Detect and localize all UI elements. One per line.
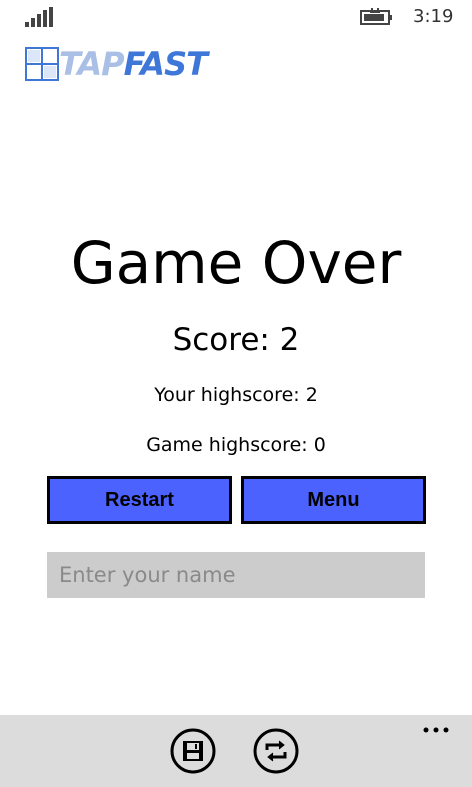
your-highscore-text: Your highscore: 2	[154, 384, 318, 406]
app-bar	[0, 715, 472, 787]
restart-button[interactable]: Restart	[47, 476, 232, 524]
sync-icon[interactable]	[253, 728, 299, 774]
game-highscore-text: Game highscore: 0	[146, 434, 326, 456]
logo-grid-icon	[25, 47, 59, 81]
more-icon[interactable]	[422, 725, 450, 735]
clock-time: 3:19	[413, 6, 454, 27]
name-input[interactable]	[47, 552, 425, 598]
menu-button[interactable]: Menu	[241, 476, 426, 524]
app-logo: TAPFAST	[25, 44, 260, 84]
logo-text: TAPFAST	[59, 44, 208, 84]
save-icon[interactable]	[170, 728, 216, 774]
score-text: Score: 2	[172, 322, 300, 358]
logo-text-fast: FAST	[123, 45, 208, 83]
signal-strength-icon	[25, 7, 53, 27]
status-bar: 3:19	[0, 0, 472, 36]
logo-text-tap: TAP	[59, 45, 125, 83]
game-over-title: Game Over	[70, 229, 402, 297]
battery-charging-icon	[360, 8, 392, 25]
